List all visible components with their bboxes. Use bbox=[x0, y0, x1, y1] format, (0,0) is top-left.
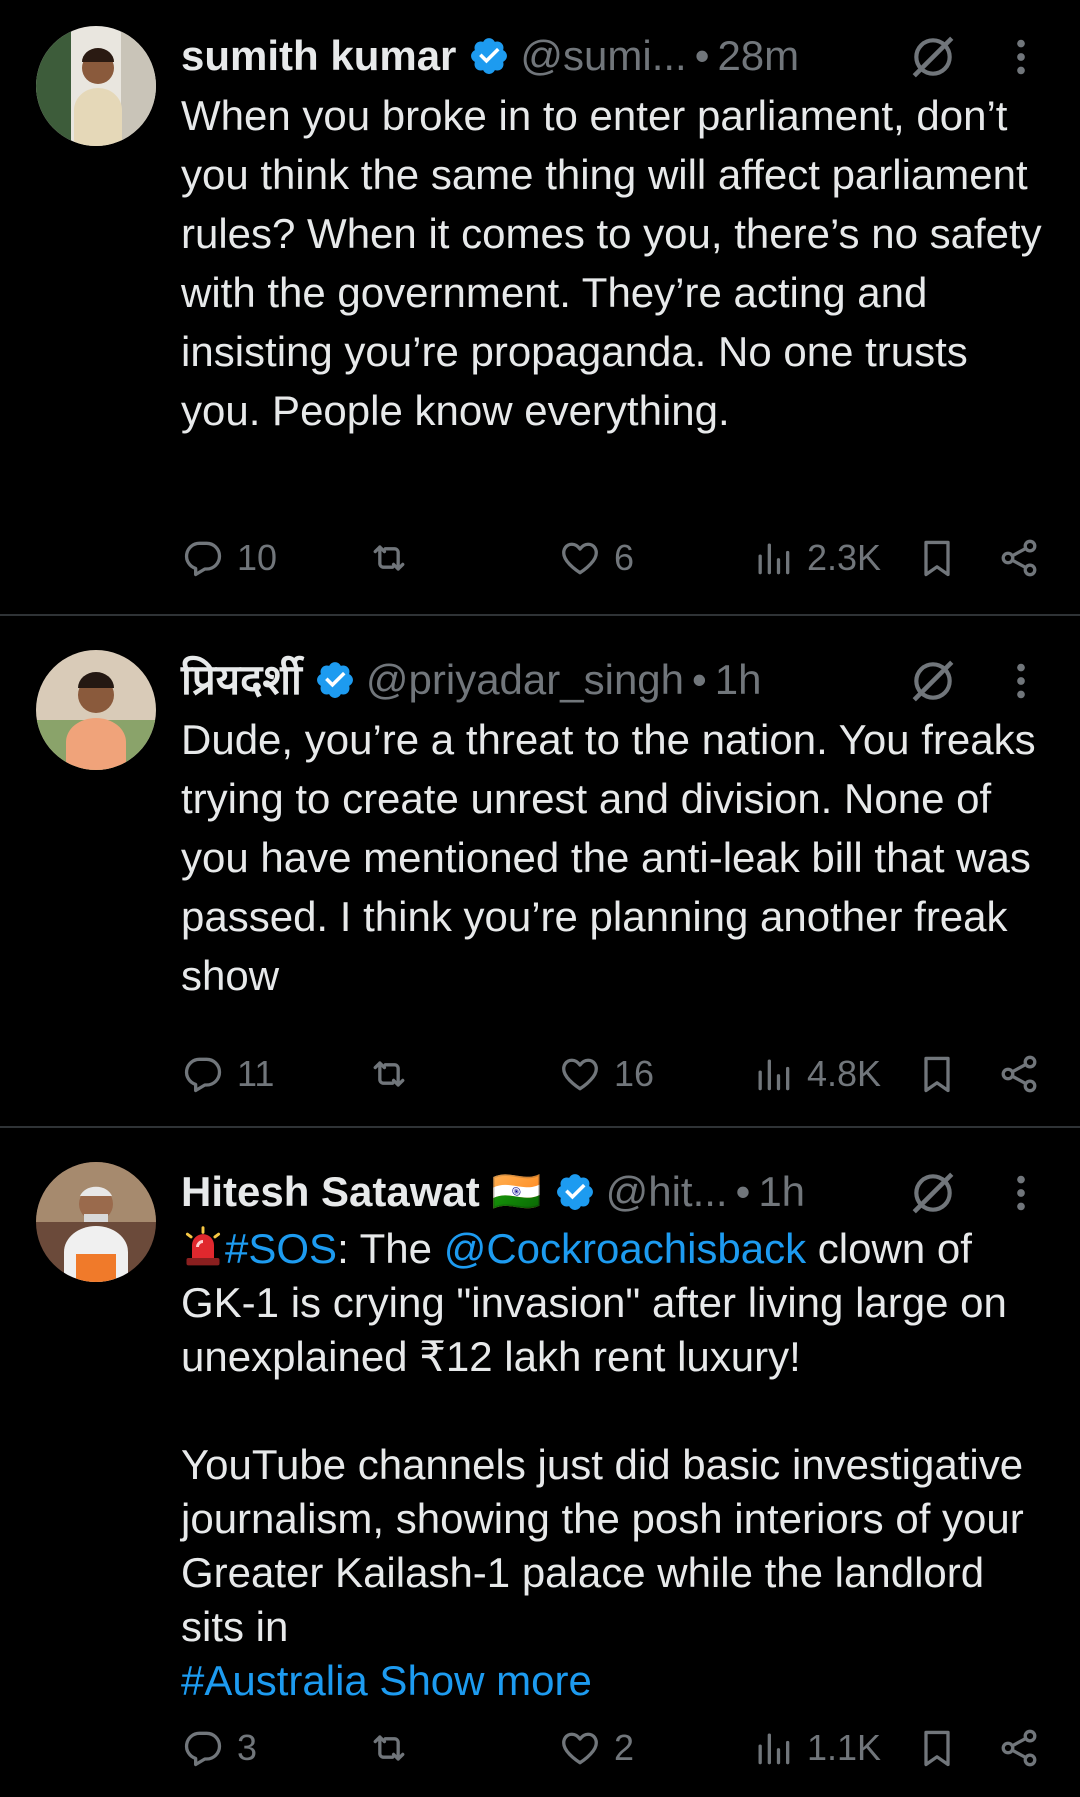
verified-badge-icon bbox=[468, 35, 510, 77]
retweet-icon bbox=[367, 1052, 411, 1096]
user-handle[interactable]: @hit... bbox=[606, 1162, 728, 1222]
avatar[interactable] bbox=[36, 650, 156, 770]
reply-count: 3 bbox=[237, 1727, 258, 1768]
timestamp[interactable]: 1h bbox=[715, 650, 762, 710]
share-icon bbox=[997, 1726, 1041, 1770]
more-icon[interactable] bbox=[998, 34, 1044, 80]
share-icon bbox=[997, 1052, 1041, 1096]
like-count: 6 bbox=[614, 537, 635, 578]
india-flag-emoji: 🇮🇳 bbox=[491, 1170, 542, 1214]
retweet-button[interactable] bbox=[367, 530, 411, 586]
reply-count: 10 bbox=[237, 537, 278, 578]
grok-icon[interactable] bbox=[908, 656, 958, 706]
action-bar: 11 16 4.8K bbox=[181, 1046, 1044, 1102]
show-more-link[interactable]: Show more bbox=[368, 1657, 591, 1704]
separator-dot: • bbox=[694, 32, 710, 79]
tweet[interactable]: Hitesh Satawat 🇮🇳 @hit... • 1h #SOS: The… bbox=[0, 1128, 1080, 1797]
share-button[interactable] bbox=[997, 1720, 1041, 1776]
grok-icon[interactable] bbox=[908, 32, 958, 82]
retweet-button[interactable] bbox=[367, 1720, 411, 1776]
timestamp[interactable]: 1h bbox=[758, 1162, 805, 1222]
mention-link[interactable]: @Cockroachisback bbox=[444, 1225, 806, 1272]
retweet-icon bbox=[367, 1726, 411, 1770]
tweet-text: When you broke in to enter parliament, d… bbox=[181, 92, 1054, 434]
reply-icon bbox=[181, 536, 225, 580]
bookmark-icon bbox=[915, 1726, 959, 1770]
views-icon bbox=[751, 1052, 795, 1096]
bookmark-button[interactable] bbox=[915, 1046, 959, 1102]
like-button[interactable]: 6 bbox=[558, 530, 634, 586]
like-count: 2 bbox=[614, 1727, 635, 1768]
views-icon bbox=[751, 536, 795, 580]
reply-icon bbox=[181, 1726, 225, 1770]
hashtag-link[interactable]: #SOS bbox=[225, 1225, 337, 1272]
reply-button[interactable]: 11 bbox=[181, 1046, 274, 1102]
avatar[interactable] bbox=[36, 26, 156, 146]
action-bar: 3 2 1.1K bbox=[181, 1720, 1044, 1776]
verified-badge-icon bbox=[554, 1171, 596, 1213]
retweet-button[interactable] bbox=[367, 1046, 411, 1102]
tweet-text-segment: clown of GK-1 is crying "invasion" after… bbox=[181, 1225, 1024, 1650]
display-name[interactable]: sumith kumar bbox=[181, 26, 456, 86]
user-handle[interactable]: @sumi... bbox=[520, 26, 686, 86]
display-name[interactable]: Hitesh Satawat bbox=[181, 1162, 480, 1222]
avatar[interactable] bbox=[36, 1162, 156, 1282]
separator-dot: • bbox=[735, 1168, 751, 1215]
views-icon bbox=[751, 1726, 795, 1770]
verified-badge-icon bbox=[314, 659, 356, 701]
tweet-text: Dude, you’re a threat to the nation. You… bbox=[181, 716, 1048, 999]
separator-dot: • bbox=[692, 656, 707, 703]
bookmark-button[interactable] bbox=[915, 530, 959, 586]
bookmark-icon bbox=[915, 536, 959, 580]
reply-count: 11 bbox=[237, 1053, 275, 1094]
share-button[interactable] bbox=[997, 1046, 1041, 1102]
like-count: 16 bbox=[614, 1053, 655, 1094]
tweet-text: #SOS: The @Cockroachisback clown of GK-1… bbox=[181, 1222, 1044, 1708]
like-icon bbox=[558, 1052, 602, 1096]
action-bar: 10 6 2.3K bbox=[181, 530, 1044, 586]
reply-button[interactable]: 10 bbox=[181, 530, 277, 586]
like-button[interactable]: 16 bbox=[558, 1046, 654, 1102]
siren-icon bbox=[181, 1225, 225, 1269]
tweet[interactable]: प्रियदर्शी @priyadar_singh • 1h Dude, yo… bbox=[0, 616, 1080, 1126]
display-name[interactable]: प्रियदर्शी bbox=[181, 650, 302, 710]
view-count: 1.1K bbox=[807, 1727, 882, 1768]
view-count: 4.8K bbox=[807, 1053, 882, 1094]
reply-button[interactable]: 3 bbox=[181, 1720, 257, 1776]
reply-icon bbox=[181, 1052, 225, 1096]
like-icon bbox=[558, 1726, 602, 1770]
timestamp[interactable]: 28m bbox=[717, 26, 799, 86]
share-icon bbox=[997, 536, 1041, 580]
more-icon[interactable] bbox=[998, 658, 1044, 704]
hashtag-link[interactable]: #Australia bbox=[181, 1657, 368, 1704]
tweet-text-segment: : The bbox=[337, 1225, 444, 1272]
share-button[interactable] bbox=[997, 530, 1041, 586]
views-button[interactable]: 2.3K bbox=[751, 530, 881, 586]
tweet[interactable]: sumith kumar @sumi... • 28m When you bro… bbox=[0, 0, 1080, 614]
timeline-feed: sumith kumar @sumi... • 28m When you bro… bbox=[0, 0, 1080, 1797]
view-count: 2.3K bbox=[807, 537, 882, 578]
bookmark-button[interactable] bbox=[915, 1720, 959, 1776]
more-icon[interactable] bbox=[998, 1170, 1044, 1216]
grok-icon[interactable] bbox=[908, 1168, 958, 1218]
views-button[interactable]: 1.1K bbox=[751, 1720, 881, 1776]
retweet-icon bbox=[367, 536, 411, 580]
like-icon bbox=[558, 536, 602, 580]
bookmark-icon bbox=[915, 1052, 959, 1096]
views-button[interactable]: 4.8K bbox=[751, 1046, 881, 1102]
like-button[interactable]: 2 bbox=[558, 1720, 634, 1776]
user-handle[interactable]: @priyadar_singh bbox=[366, 650, 684, 710]
